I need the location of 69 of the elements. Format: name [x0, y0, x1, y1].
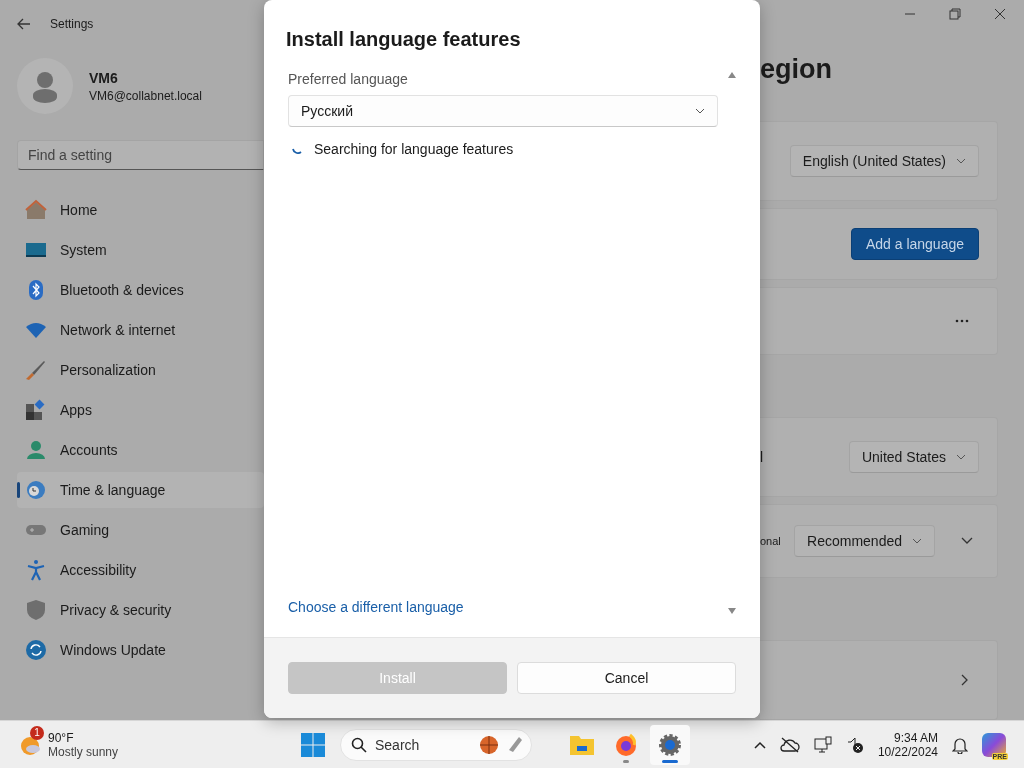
nav-item[interactable]: Windows Update	[17, 632, 264, 668]
dialog-button[interactable]: Cancel	[517, 662, 736, 694]
basketball-icon	[479, 734, 499, 755]
add-language-button[interactable]: Add a language	[850, 228, 979, 260]
nav-item[interactable]: Time & language	[17, 472, 264, 508]
nav-item[interactable]: System	[17, 232, 264, 268]
close-icon[interactable]	[994, 7, 1006, 20]
cloud-off-icon[interactable]	[779, 736, 800, 753]
time-icon	[25, 479, 47, 501]
dropdown[interactable]: Recommended	[794, 525, 935, 557]
bell-icon[interactable]	[952, 735, 968, 754]
nav-item[interactable]: Network & internet	[17, 312, 264, 348]
maximize-icon[interactable]	[949, 7, 961, 20]
chevron-down-icon	[956, 158, 966, 164]
browser-icon	[614, 732, 638, 757]
dialog-title: Install language features	[286, 28, 522, 51]
scroll-down-icon[interactable]	[727, 607, 737, 615]
nav-item[interactable]: Bluetooth & devices	[17, 272, 264, 308]
chevron-down-icon	[956, 454, 966, 460]
nav-item[interactable]: Apps	[17, 392, 264, 428]
nav-item[interactable]: Personalization	[17, 352, 264, 388]
brush-icon	[25, 359, 47, 381]
field-label: Preferred language	[288, 71, 409, 87]
accounts-icon	[25, 439, 47, 461]
account-name: VM6	[89, 69, 119, 86]
nav-item[interactable]: Gaming	[17, 512, 264, 548]
avatar-icon	[17, 58, 73, 114]
dropdown[interactable]: English (United States)	[789, 145, 979, 177]
privacy-icon	[25, 599, 47, 621]
update-icon	[25, 639, 47, 661]
chevron-down-icon[interactable]	[961, 537, 973, 545]
different-language-link[interactable]: Choose a different language	[288, 599, 464, 615]
chevron-right-icon[interactable]	[961, 674, 969, 686]
caret-up-icon[interactable]	[753, 740, 766, 749]
search-field[interactable]: Find a setting	[17, 140, 264, 170]
language-dropdown[interactable]: Русский	[288, 95, 718, 127]
clock-date[interactable]: 10/22/2024	[877, 744, 938, 759]
network-monitor-icon[interactable]	[813, 735, 832, 754]
accessibility-icon	[25, 559, 47, 581]
folder-icon	[569, 733, 595, 756]
search-icon	[351, 736, 367, 753]
nav-item[interactable]: Accessibility	[17, 552, 264, 588]
dropdown[interactable]: United States	[848, 441, 979, 473]
temperature: 90°F	[48, 730, 75, 745]
page-heading: egion	[760, 53, 833, 86]
card-label: onal	[760, 535, 781, 547]
back-arrow-icon[interactable]	[17, 18, 31, 30]
home-icon	[25, 199, 47, 221]
nav-item[interactable]: Home	[17, 192, 264, 228]
card-label: l	[760, 449, 764, 465]
spinner-icon	[292, 148, 302, 154]
chevron-down-icon	[912, 538, 922, 544]
weather-condition: Mostly sunny	[48, 744, 119, 759]
gear-icon	[658, 732, 682, 757]
nav-item[interactable]: Privacy & security	[17, 592, 264, 628]
windows-logo-icon	[301, 732, 325, 757]
window-title: Settings	[50, 17, 94, 31]
account-email: VM6@collabnet.local	[89, 88, 202, 103]
taskbar-search[interactable]: Search	[340, 728, 532, 761]
nav-item[interactable]: Accounts	[17, 432, 264, 468]
settings-button[interactable]	[650, 724, 690, 765]
scroll-up-icon[interactable]	[727, 71, 737, 79]
status-text: Searching for language features	[314, 141, 514, 157]
chevron-down-icon	[695, 108, 705, 114]
clock-time[interactable]: 9:34 AM	[893, 730, 938, 745]
more-icon[interactable]	[955, 319, 969, 323]
apps-icon	[25, 399, 47, 421]
volume-muted-icon[interactable]	[845, 735, 864, 754]
notification-badge: 1	[30, 725, 44, 740]
